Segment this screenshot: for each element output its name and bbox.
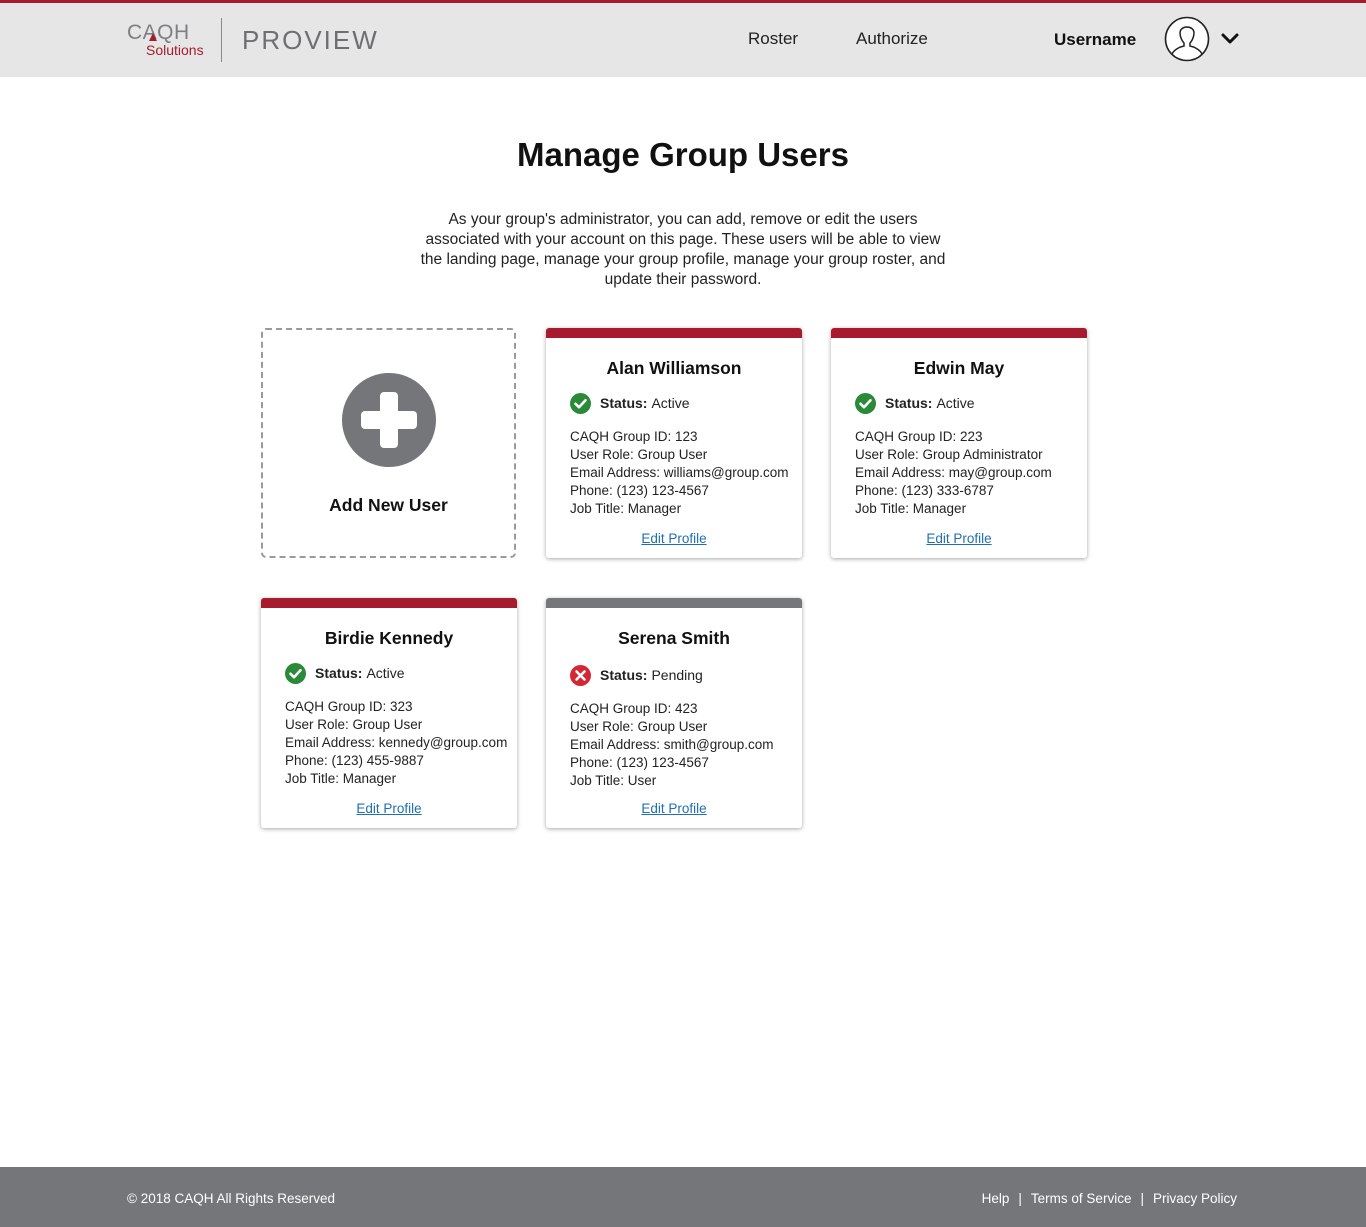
footer-separator: | <box>1018 1191 1022 1206</box>
proview-logo[interactable]: PROVIEW <box>242 25 379 56</box>
add-new-user-card[interactable]: Add New User <box>261 328 516 558</box>
job-title: Job Title: Manager <box>855 501 967 516</box>
user-name: Birdie Kennedy <box>324 628 454 648</box>
card-status-bar <box>831 328 1087 338</box>
status-value: Active <box>366 665 405 681</box>
user-details: CAQH Group ID: 223 User Role: Group Admi… <box>855 428 1052 518</box>
user-role: User Role: Group Administrator <box>855 447 1043 462</box>
terms-of-service-link[interactable]: Terms of Service <box>1031 1191 1132 1206</box>
group-id: CAQH Group ID: 223 <box>855 429 983 444</box>
copyright-text: © 2018 CAQH All Rights Reserved <box>127 1191 336 1206</box>
user-details: CAQH Group ID: 323 User Role: Group User… <box>285 698 507 788</box>
card-status-bar <box>546 328 802 338</box>
status-label: Status: <box>315 665 363 681</box>
logo-divider <box>221 18 222 62</box>
email-address: Email Address: kennedy@group.com <box>285 735 508 750</box>
user-name: Alan Williamson <box>606 358 742 378</box>
status-label: Status: <box>600 395 648 411</box>
privacy-policy-link[interactable]: Privacy Policy <box>1153 1191 1237 1206</box>
email-address: Email Address: smith@group.com <box>570 737 774 752</box>
job-title: Job Title: Manager <box>570 501 682 516</box>
status-value: Active <box>651 395 690 411</box>
footer-separator: | <box>1140 1191 1144 1206</box>
edit-profile-link[interactable]: Edit Profile <box>261 801 517 816</box>
page-intro-text: As your group's administrator, you can a… <box>420 211 946 288</box>
user-card: Alan Williamson Status: Active CAQH Grou… <box>546 328 802 558</box>
job-title: Job Title: User <box>570 773 657 788</box>
card-status-bar <box>546 598 802 608</box>
group-id: CAQH Group ID: 323 <box>285 699 413 714</box>
user-role: User Role: Group User <box>285 717 423 732</box>
logo-solutions-text: Solutions <box>146 42 204 58</box>
footer-links: Help | Terms of Service | Privacy Policy <box>982 1191 1237 1206</box>
status-row: Status: Pending <box>570 664 703 686</box>
nav-authorize-link[interactable]: Authorize <box>856 29 928 49</box>
edit-profile-link[interactable]: Edit Profile <box>546 531 802 546</box>
user-name: Serena Smith <box>618 628 730 648</box>
card-status-bar <box>261 598 517 608</box>
status-row: Status: Active <box>285 662 405 684</box>
status-value: Pending <box>651 667 703 683</box>
email-address: Email Address: may@group.com <box>855 465 1052 480</box>
edit-profile-link[interactable]: Edit Profile <box>831 531 1087 546</box>
phone: Phone: (123) 123-4567 <box>570 755 709 770</box>
user-details: CAQH Group ID: 123 User Role: Group User… <box>570 428 789 518</box>
nav-roster-link[interactable]: Roster <box>748 29 798 49</box>
phone: Phone: (123) 455-9887 <box>285 753 424 768</box>
user-details: CAQH Group ID: 423 User Role: Group User… <box>570 700 774 790</box>
user-card: Serena Smith Status: Pending CAQH Group … <box>546 598 802 828</box>
user-avatar-icon[interactable] <box>1164 16 1210 62</box>
job-title: Job Title: Manager <box>285 771 397 786</box>
email-address: Email Address: williams@group.com <box>570 465 789 480</box>
user-role: User Role: Group User <box>570 719 708 734</box>
add-new-user-label: Add New User <box>329 495 448 515</box>
page-title: Manage Group Users <box>517 136 849 173</box>
status-label: Status: <box>885 395 933 411</box>
phone: Phone: (123) 123-4567 <box>570 483 709 498</box>
status-label: Status: <box>600 667 648 683</box>
user-card: Birdie Kennedy Status: Active CAQH Group… <box>261 598 517 828</box>
user-role: User Role: Group User <box>570 447 708 462</box>
caqh-solutions-logo[interactable]: CAQH Solutions <box>127 21 209 61</box>
user-card: Edwin May Status: Active CAQH Group ID: … <box>831 328 1087 558</box>
username-label[interactable]: Username <box>1054 30 1136 50</box>
logo-triangle-icon <box>149 33 157 41</box>
group-id: CAQH Group ID: 423 <box>570 701 698 716</box>
phone: Phone: (123) 333-6787 <box>855 483 994 498</box>
check-circle-icon <box>570 392 591 414</box>
status-value: Active <box>936 395 975 411</box>
status-row: Status: Active <box>855 392 975 414</box>
chevron-down-icon[interactable] <box>1220 29 1240 49</box>
edit-profile-link[interactable]: Edit Profile <box>546 801 802 816</box>
status-row: Status: Active <box>570 392 690 414</box>
footer: © 2018 CAQH All Rights Reserved Help | T… <box>0 1167 1366 1227</box>
x-circle-icon <box>570 664 591 686</box>
plus-circle-icon[interactable] <box>342 373 436 467</box>
help-link[interactable]: Help <box>982 1191 1010 1206</box>
group-id: CAQH Group ID: 123 <box>570 429 698 444</box>
user-name: Edwin May <box>913 358 1005 378</box>
check-circle-icon <box>855 392 876 414</box>
check-circle-icon <box>285 662 306 684</box>
top-navigation-bar: CAQH Solutions PROVIEW Roster Authorize … <box>0 0 1366 77</box>
